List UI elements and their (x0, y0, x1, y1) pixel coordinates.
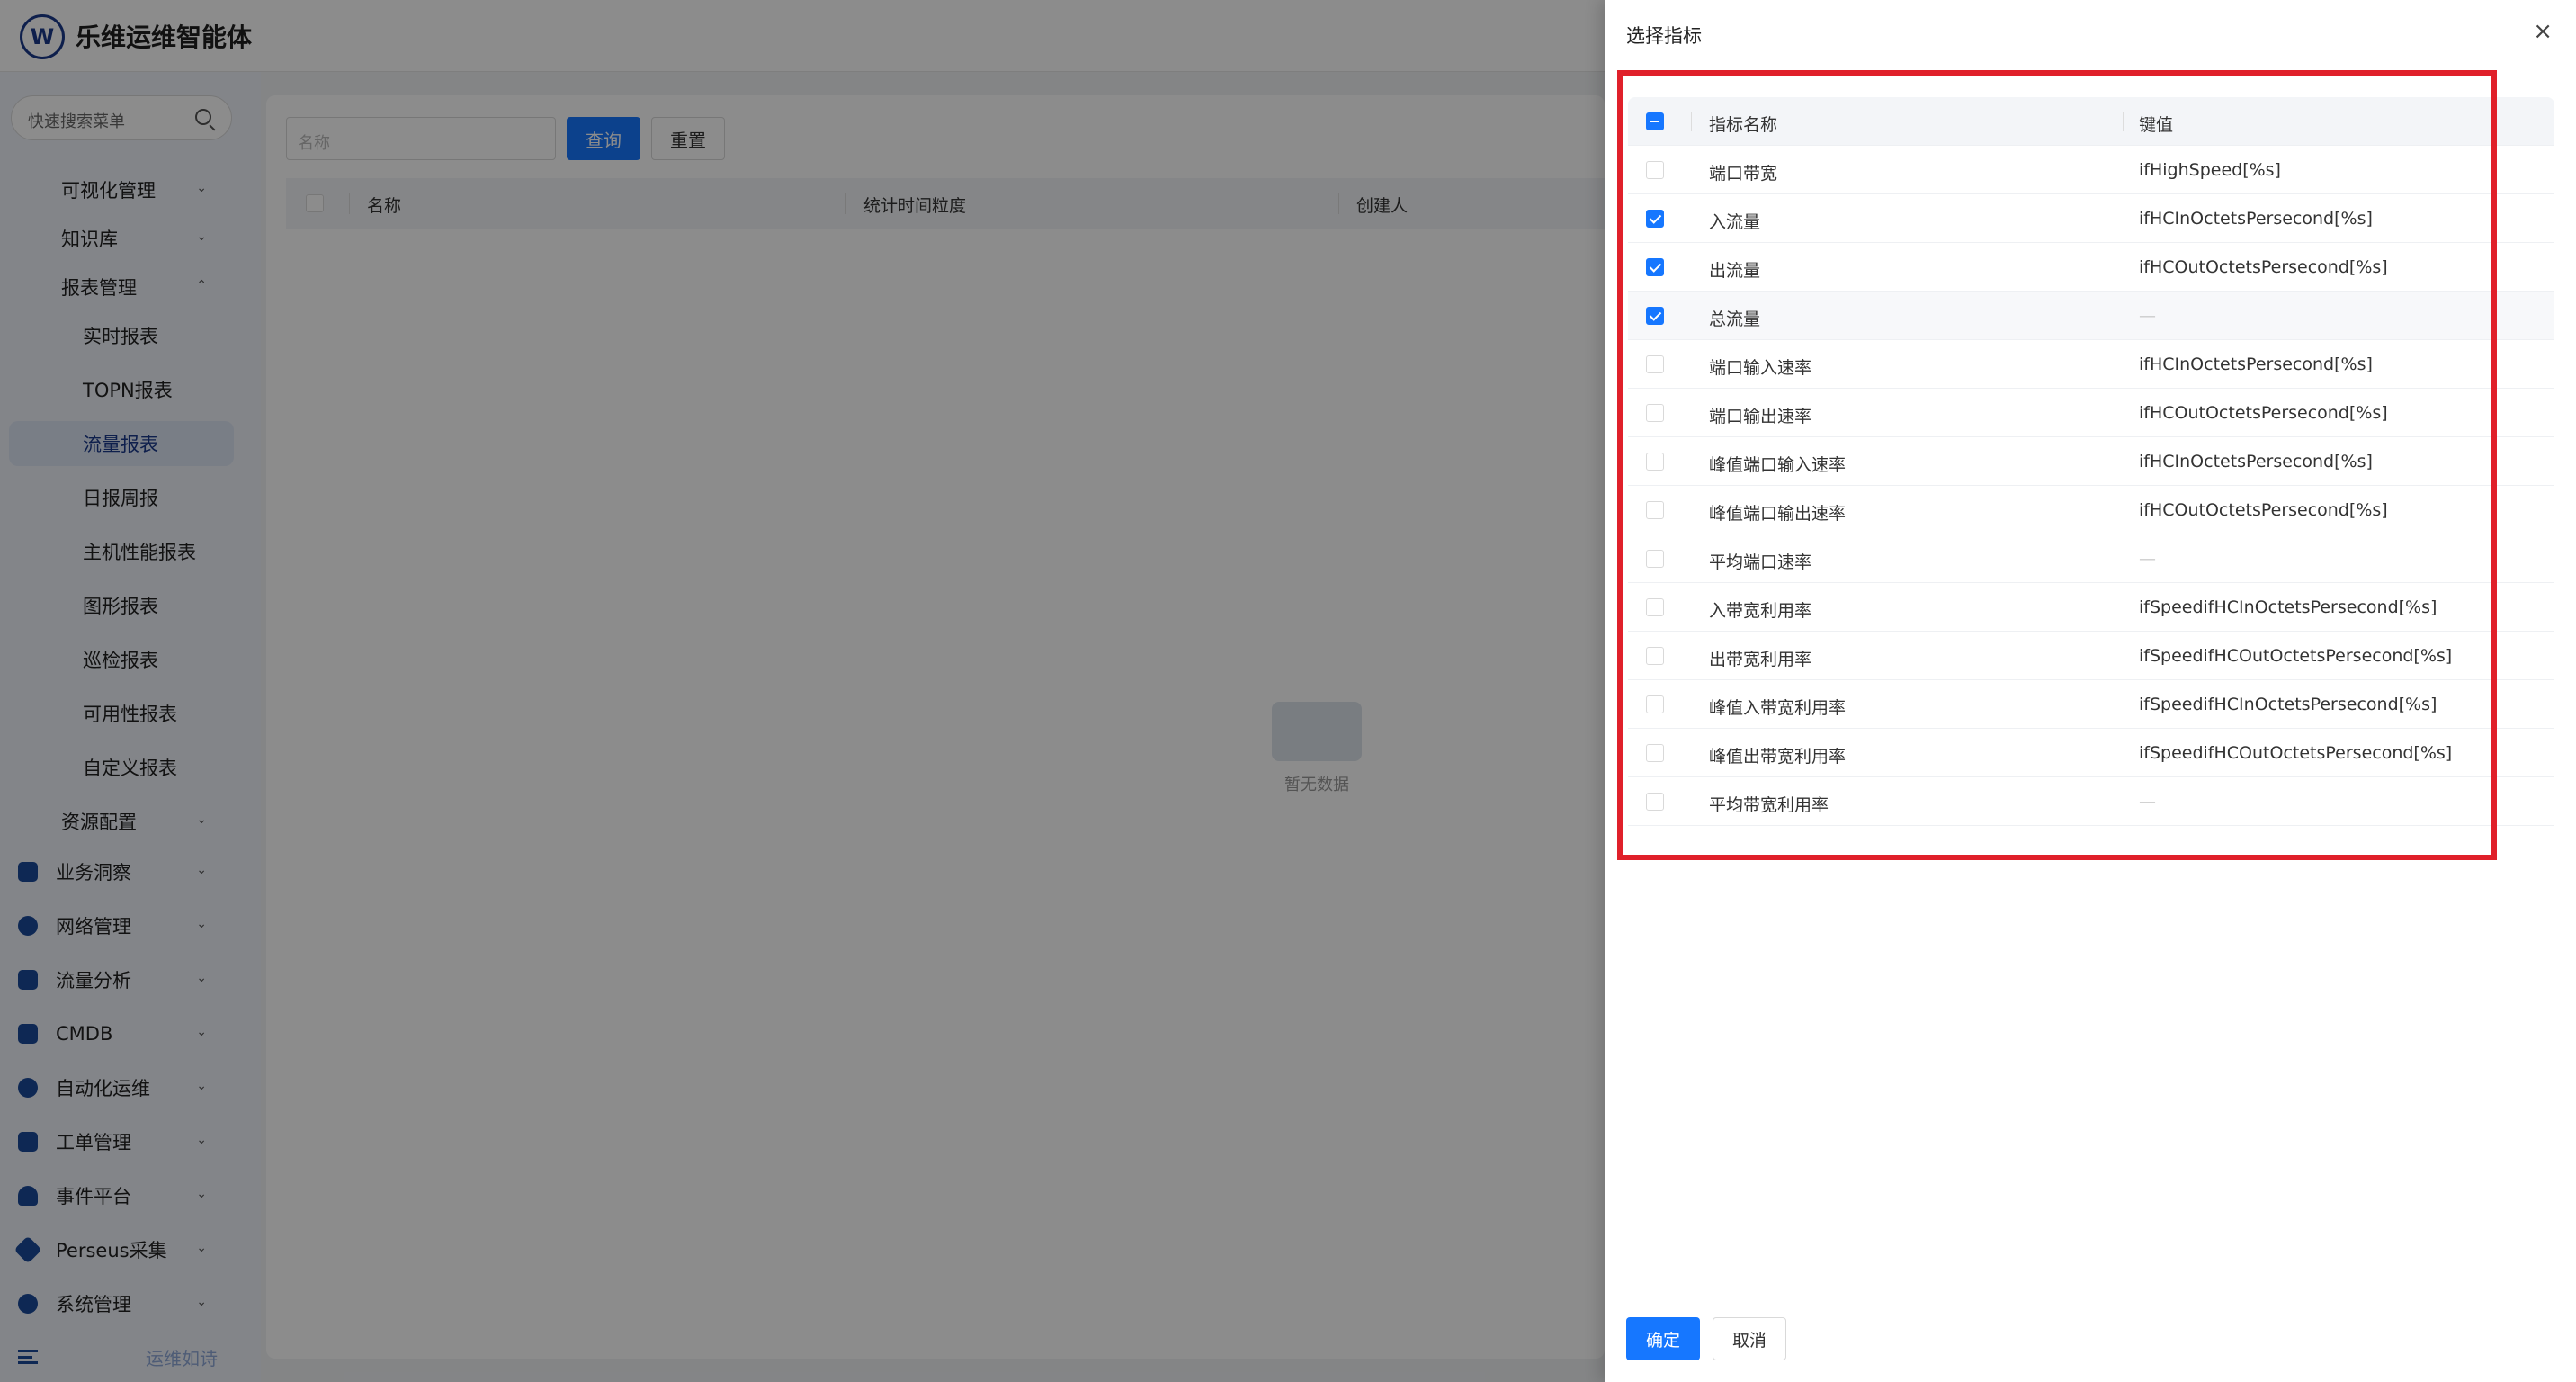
metric-row[interactable]: 出带宽利用率 ifSpeedifHCOutOctetsPersecond[%s] (1628, 632, 2554, 680)
metric-key: — (2139, 549, 2156, 569)
metric-name: 峰值入带宽利用率 (1709, 698, 1847, 718)
metric-row[interactable]: 入流量 ifHCInOctetsPersecond[%s] (1628, 194, 2554, 243)
row-checkbox[interactable] (1646, 550, 1664, 568)
metric-row[interactable]: 峰值入带宽利用率 ifSpeedifHCInOctetsPersecond[%s] (1628, 680, 2554, 729)
metric-name: 端口带宽 (1709, 164, 1778, 184)
select-metric-drawer: 选择指标 × 指标名称 键值 端口带宽 ifHighSpeed[%s] 入流量 ifH… (1605, 0, 2576, 1382)
metric-key: ifSpeedifHCOutOctetsPersecond[%s] (2139, 646, 2453, 666)
column-divider (1691, 112, 1692, 131)
row-checkbox[interactable] (1646, 793, 1664, 811)
column-key: 键值 (2139, 115, 2174, 135)
metric-key: ifHCInOctetsPersecond[%s] (2139, 209, 2373, 229)
cancel-button[interactable]: 取消 (1713, 1317, 1786, 1360)
metric-key: ifHighSpeed[%s] (2139, 160, 2281, 180)
metric-name: 峰值出带宽利用率 (1709, 747, 1847, 767)
metric-row[interactable]: 端口带宽 ifHighSpeed[%s] (1628, 146, 2554, 194)
metric-row[interactable]: 总流量 — (1628, 292, 2554, 340)
metric-row[interactable]: 平均端口速率 — (1628, 534, 2554, 583)
select-all-checkbox[interactable] (1646, 112, 1664, 130)
row-checkbox[interactable] (1646, 258, 1664, 276)
metric-row[interactable]: 出流量 ifHCOutOctetsPersecond[%s] (1628, 243, 2554, 292)
row-checkbox[interactable] (1646, 744, 1664, 762)
metric-row[interactable]: 端口输入速率 ifHCInOctetsPersecond[%s] (1628, 340, 2554, 389)
metric-key: ifHCOutOctetsPersecond[%s] (2139, 257, 2388, 277)
column-metric-name: 指标名称 (1709, 115, 1778, 135)
metric-name: 平均端口速率 (1709, 552, 1812, 572)
metric-key: ifSpeedifHCInOctetsPersecond[%s] (2139, 695, 2437, 714)
metric-table-header: 指标名称 键值 (1628, 97, 2554, 146)
metric-name: 入带宽利用率 (1709, 601, 1812, 621)
row-checkbox[interactable] (1646, 355, 1664, 373)
row-checkbox[interactable] (1646, 598, 1664, 616)
metric-key: ifHCOutOctetsPersecond[%s] (2139, 500, 2388, 520)
metric-row[interactable]: 峰值出带宽利用率 ifSpeedifHCOutOctetsPersecond[%s… (1628, 729, 2554, 777)
metric-name: 总流量 (1709, 310, 1761, 329)
metric-key: ifHCOutOctetsPersecond[%s] (2139, 403, 2388, 423)
metric-key: ifHCInOctetsPersecond[%s] (2139, 354, 2373, 374)
modal-mask[interactable] (0, 0, 1605, 1382)
confirm-button[interactable]: 确定 (1626, 1317, 1700, 1360)
metric-table: 指标名称 键值 端口带宽 ifHighSpeed[%s] 入流量 ifHCInOcte… (1628, 97, 2554, 826)
metric-key: — (2139, 306, 2156, 326)
metric-name: 端口输出速率 (1709, 407, 1812, 426)
metric-row[interactable]: 平均带宽利用率 — (1628, 777, 2554, 826)
row-checkbox[interactable] (1646, 647, 1664, 665)
metric-key: ifSpeedifHCInOctetsPersecond[%s] (2139, 597, 2437, 617)
metric-name: 峰值端口输出速率 (1709, 504, 1847, 524)
row-checkbox[interactable] (1646, 161, 1664, 179)
metric-key: — (2139, 792, 2156, 812)
row-checkbox[interactable] (1646, 210, 1664, 228)
metric-row[interactable]: 峰值端口输入速率 ifHCInOctetsPersecond[%s] (1628, 437, 2554, 486)
metric-name: 平均带宽利用率 (1709, 795, 1829, 815)
metric-name: 端口输入速率 (1709, 358, 1812, 378)
metric-row[interactable]: 峰值端口输出速率 ifHCOutOctetsPersecond[%s] (1628, 486, 2554, 534)
row-checkbox[interactable] (1646, 501, 1664, 519)
metric-row[interactable]: 入带宽利用率 ifSpeedifHCInOctetsPersecond[%s] (1628, 583, 2554, 632)
metric-name: 出流量 (1709, 261, 1761, 281)
app-root: W 乐维运维智能体 快速搜索菜单 可视化管理 ⌄ 知识库 ⌄ 报表管理 ⌃ 实时报表 … (0, 0, 2576, 1382)
metric-key: ifSpeedifHCOutOctetsPersecond[%s] (2139, 743, 2453, 763)
column-divider (2123, 112, 2124, 131)
metric-row[interactable]: 端口输出速率 ifHCOutOctetsPersecond[%s] (1628, 389, 2554, 437)
metric-rows: 端口带宽 ifHighSpeed[%s] 入流量 ifHCInOctetsPersec… (1628, 146, 2554, 826)
metric-key: ifHCInOctetsPersecond[%s] (2139, 452, 2373, 471)
row-checkbox[interactable] (1646, 404, 1664, 422)
metric-name: 入流量 (1709, 212, 1761, 232)
metric-name: 峰值端口输入速率 (1709, 455, 1847, 475)
metric-name: 出带宽利用率 (1709, 650, 1812, 669)
drawer-title: 选择指标 (1626, 25, 1702, 47)
row-checkbox[interactable] (1646, 695, 1664, 713)
row-checkbox[interactable] (1646, 307, 1664, 325)
close-icon[interactable]: × (2533, 18, 2553, 45)
row-checkbox[interactable] (1646, 453, 1664, 471)
